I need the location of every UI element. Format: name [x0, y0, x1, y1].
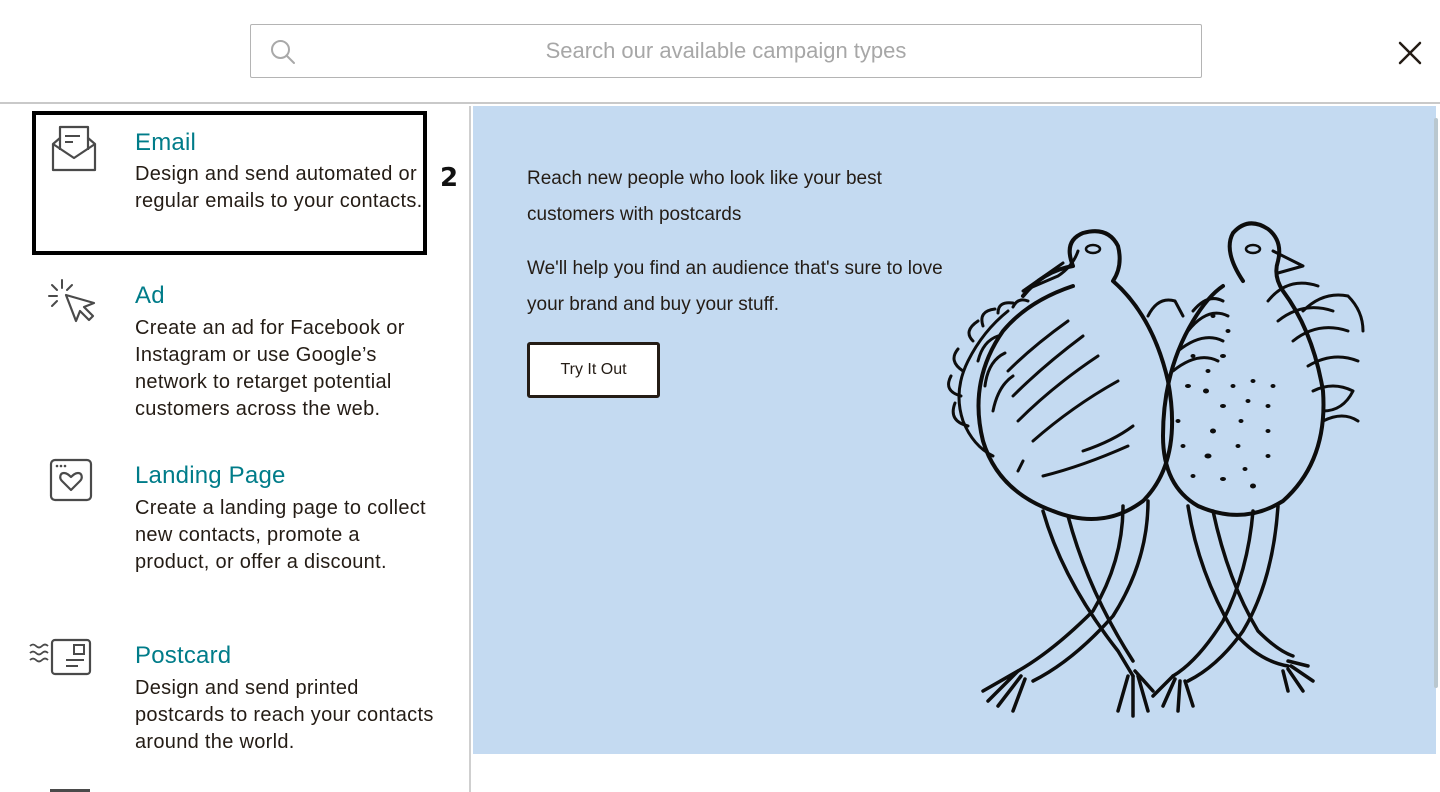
scrollbar[interactable]: [1434, 118, 1438, 688]
promo-panel: Reach new people who look like your best…: [473, 106, 1436, 754]
envelope-open-icon: [51, 125, 97, 172]
search-box[interactable]: [250, 24, 1202, 78]
campaign-type-description: Create an ad for Facebook or Instagram o…: [135, 317, 405, 420]
campaign-type-title: Postcard: [135, 642, 232, 669]
two-birds-illustration: [947, 221, 1365, 718]
bottom-area: [473, 754, 1440, 792]
search-input[interactable]: [251, 25, 1201, 77]
close-button[interactable]: [1392, 35, 1428, 71]
top-bar: [0, 0, 1440, 104]
campaign-type-description: Create a landing page to collect new con…: [135, 497, 426, 573]
promo-body: We'll help you find an audience that's s…: [527, 258, 943, 315]
campaign-type-title: Email: [135, 129, 197, 156]
campaign-type-title: Landing Page: [135, 462, 286, 489]
campaign-type-landing-page[interactable]: Landing Page Create a landing page to co…: [0, 446, 460, 616]
campaign-type-list: Email Design and send automated or regul…: [0, 106, 471, 792]
campaign-type-ad[interactable]: Ad Create an ad for Facebook or Instagra…: [0, 266, 460, 436]
campaign-type-email[interactable]: Email Design and send automated or regul…: [0, 106, 460, 256]
campaign-type-description: Design and send automated or regular ema…: [135, 163, 423, 212]
search-icon: [271, 40, 295, 64]
campaign-type-description: Design and send printed postcards to rea…: [135, 677, 434, 753]
campaign-type-postcard[interactable]: Postcard Design and send printed postcar…: [0, 626, 460, 776]
postcard-icon: [29, 638, 92, 676]
promo-headline: Reach new people who look like your best…: [527, 168, 882, 225]
campaign-type-title: Ad: [135, 282, 165, 309]
cursor-click-icon: [48, 279, 96, 323]
close-icon: [1398, 41, 1422, 65]
browser-heart-icon: [49, 458, 93, 502]
try-it-out-button[interactable]: Try It Out: [527, 342, 660, 398]
annotation-number: 2: [440, 163, 459, 193]
